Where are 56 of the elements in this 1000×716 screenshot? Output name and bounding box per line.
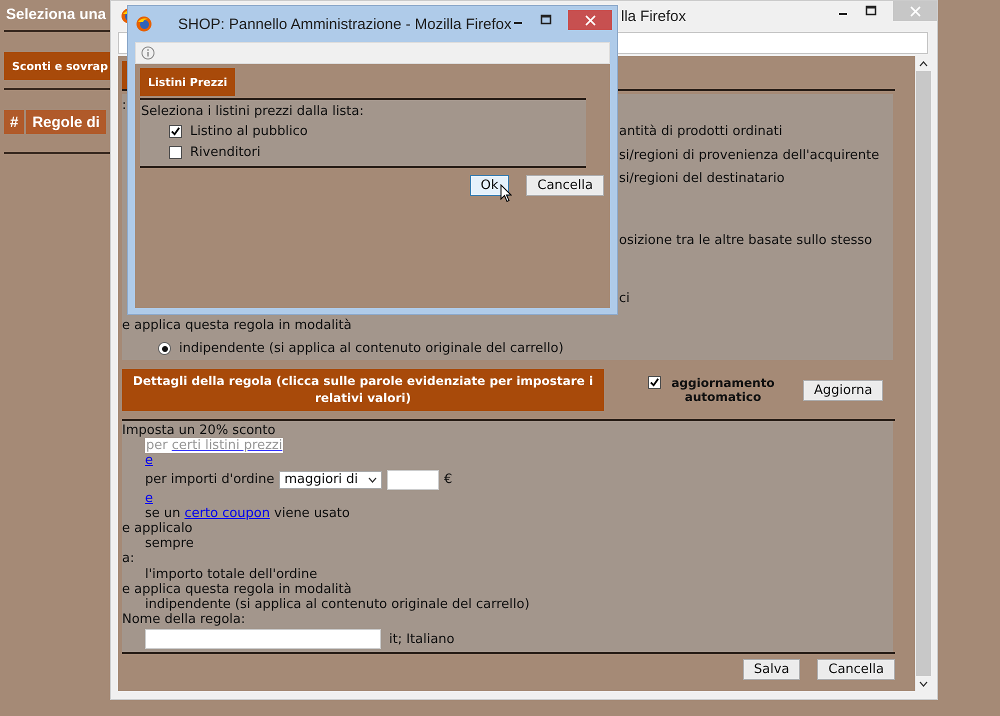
save-button[interactable]: Salva [742, 659, 800, 680]
maximize-icon[interactable] [540, 14, 552, 26]
rule-text: a: [122, 551, 134, 567]
rule-text: indipendente (si applica al contenuto originale del carrello) [145, 597, 530, 612]
rule-text: l'importo totale dell'ordine [145, 566, 318, 582]
mode-label: e applica questa regola in modalità [122, 318, 352, 333]
option-text: si/regioni di provenienza dell'acquirente [619, 148, 880, 163]
comparison-select[interactable]: maggiori di [279, 470, 382, 489]
amount-label: per importi d'ordine [145, 472, 274, 488]
maximize-icon[interactable] [865, 5, 877, 17]
option-text: si/regioni del destinatario [619, 171, 785, 186]
column-header: # [4, 110, 24, 134]
radio-label: indipendente (si applica al contenuto originale del carrello) [179, 340, 564, 358]
currency-symbol: € [444, 472, 452, 488]
option-text: osizione tra le altre basate sullo stesso [619, 233, 872, 248]
coupon-condition: se un certo coupon viene usato [145, 506, 350, 522]
checkbox[interactable] [169, 146, 182, 159]
discounts-button[interactable]: Sconti e sovrap [4, 52, 112, 80]
rule-name-field[interactable] [145, 629, 381, 650]
rule-text: e applicalo [122, 521, 193, 536]
window-title: lla Firefox [621, 8, 686, 24]
update-button[interactable]: Aggiorna [803, 380, 884, 400]
window-title: SHOP: Pannello Amministrazione - Mozilla Firefox [178, 16, 512, 32]
cancel-button[interactable]: Cancella [817, 659, 895, 680]
rule-text: e applica questa regola in modalità [122, 582, 352, 598]
checkbox-label: Rivenditori [190, 144, 260, 162]
info-icon[interactable] [141, 46, 155, 60]
checkbox-label: aggiornamento automatico [670, 376, 776, 404]
price-list-condition: per certi listini prezzi [145, 438, 284, 454]
close-icon[interactable] [584, 14, 596, 26]
checkbox[interactable] [648, 376, 661, 389]
price-lists-tab[interactable]: Listini Prezzi [140, 68, 236, 96]
prompt-text: Seleziona i listini prezzi dalla lista: [141, 104, 364, 119]
scrollbar[interactable] [915, 56, 931, 691]
rule-text: Imposta un 20% sconto [122, 423, 276, 438]
cancel-button[interactable]: Cancella [526, 175, 604, 196]
rule-text: Nome della regola: [122, 612, 246, 628]
option-text: : [122, 98, 126, 113]
amount-field[interactable] [387, 470, 440, 490]
close-button[interactable] [568, 10, 612, 30]
language-label: it; Italiano [389, 632, 455, 647]
rule-text: sempre [145, 536, 194, 552]
details-header: Dettagli della regola (clicca sulle parole evidenziate per impostare i relativi valori) [122, 369, 604, 411]
radio-button[interactable] [158, 342, 171, 355]
column-header: Regole di [26, 110, 106, 134]
scroll-down-icon[interactable] [919, 680, 928, 686]
cursor-icon [500, 184, 512, 203]
option-text: antità di prodotti ordinati [619, 124, 782, 139]
page-title: Seleziona una [5, 5, 108, 25]
firefox-icon [136, 16, 152, 32]
checkbox[interactable] [169, 125, 182, 138]
caret-icon [368, 476, 378, 483]
checkbox-label: Listino al pubblico [190, 123, 308, 141]
option-text: ci [619, 291, 630, 306]
ok-button[interactable]: Ok [470, 175, 510, 196]
scroll-up-icon[interactable] [919, 60, 928, 66]
